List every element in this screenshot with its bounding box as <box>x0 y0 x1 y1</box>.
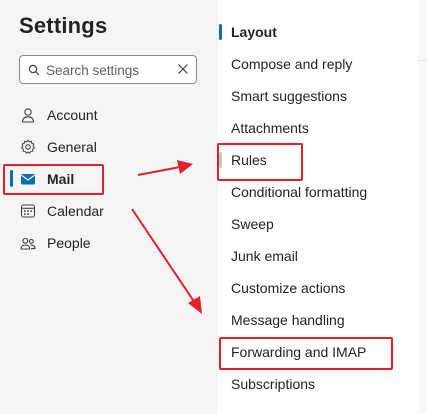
arrow-to-rules <box>137 160 193 176</box>
arrow-to-forwarding <box>131 208 202 314</box>
annotation-arrows <box>131 160 202 314</box>
